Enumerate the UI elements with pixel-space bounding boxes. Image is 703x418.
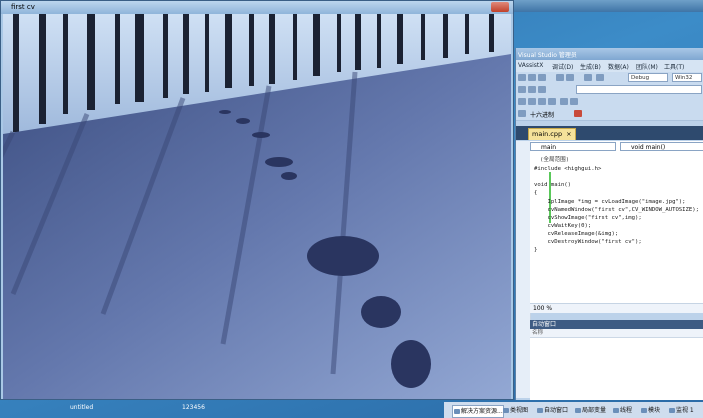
auto-window-body [530, 338, 703, 400]
desktop-icon-label[interactable]: untitled [70, 404, 93, 411]
code-line: IplImage *img = cvLoadImage("image.jpg")… [534, 199, 686, 205]
image-window: first cv [0, 0, 514, 400]
save-icon[interactable] [538, 74, 546, 81]
new-file-icon[interactable] [518, 74, 526, 81]
vs-menubar: VAssistX 调试(D) 生成(B) 数据(A) 团队(M) 工具(T) [516, 60, 703, 72]
tab-modules[interactable]: 模块 [640, 405, 660, 416]
code-line: cvDestroyWindow("first cv"); [534, 239, 642, 245]
snow-forest-image [3, 14, 511, 399]
visual-studio-window: Visual Studio 管理员 VAssistX 调试(D) 生成(B) 数… [515, 48, 703, 400]
menu-item-debug[interactable]: 调试(D) [552, 62, 573, 71]
tab-threads[interactable]: 线程 [612, 405, 632, 416]
bookmark-icon[interactable] [560, 98, 568, 105]
comment-icon[interactable] [538, 98, 546, 105]
menu-item-vassistx[interactable]: VAssistX [518, 62, 543, 69]
code-line: } [534, 247, 538, 253]
menu-item-tools[interactable]: 工具(T) [664, 62, 684, 71]
code-line: cvWaitKey(0); [534, 223, 592, 229]
code-line: cvNamedWindow("first cv",CV_WINDOW_AUTOS… [534, 207, 700, 213]
undo-icon[interactable] [556, 74, 564, 81]
tab-label: main.cpp [532, 130, 563, 138]
zoom-level[interactable]: 100 % [530, 303, 703, 313]
outdent-icon[interactable] [528, 98, 536, 105]
document-tabs: main.cpp × [516, 126, 703, 140]
image-window-title: first cv [11, 3, 35, 11]
menu-item-build[interactable]: 生成(B) [580, 62, 601, 71]
uncomment-icon[interactable] [548, 98, 556, 105]
vs-window-title: Visual Studio 管理员 [518, 52, 577, 59]
desktop-icon-label[interactable]: 123456 [182, 404, 205, 411]
function-select[interactable]: void main() [620, 142, 703, 151]
image-window-titlebar[interactable]: first cv [1, 1, 513, 14]
bottom-pane-tabs: 解决方案资源... 类视图 自动窗口 局部变量 线程 模块 监视 1 [444, 402, 703, 418]
image-canvas [3, 14, 511, 399]
step-over-icon[interactable] [528, 86, 536, 93]
tab-locals[interactable]: 局部变量 [574, 405, 606, 416]
close-button[interactable] [491, 2, 509, 12]
editor-margin [516, 141, 531, 398]
tab-watch-1[interactable]: 监视 1 [668, 405, 694, 416]
vs-titlebar[interactable]: Visual Studio 管理员 [516, 48, 703, 60]
stop-icon[interactable] [596, 74, 604, 81]
bookmark-next-icon[interactable] [570, 98, 578, 105]
indent-icon[interactable] [518, 98, 526, 105]
scope-label: (全局范围) [540, 157, 570, 163]
vs-toolbar-debug-location: 十六进制 [516, 108, 703, 121]
platform-select[interactable]: Win32 [672, 73, 702, 82]
scope-select[interactable]: main [530, 142, 616, 151]
code-line: { [534, 190, 538, 196]
find-combo[interactable] [576, 85, 702, 94]
tab-solution-explorer[interactable]: 解决方案资源... [452, 405, 504, 418]
code-editor[interactable]: (全局范围) #include <highgui.h> void main() … [530, 153, 703, 303]
close-icon[interactable]: × [566, 130, 571, 138]
code-line: #include <highgui.h> [534, 166, 602, 172]
redo-icon[interactable] [566, 74, 574, 81]
auto-window-column-name: 名称 [530, 329, 703, 338]
tab-class-view[interactable]: 类视图 [502, 405, 528, 416]
tab-autos[interactable]: 自动窗口 [536, 405, 568, 416]
play-icon[interactable] [584, 74, 592, 81]
step-out-icon[interactable] [538, 86, 546, 93]
code-line: cvShowImage("first cv",img); [534, 215, 642, 221]
hex-toggle[interactable]: 十六进制 [530, 110, 554, 119]
open-file-icon[interactable] [528, 74, 536, 81]
auto-window-title: 自动窗口 [530, 320, 703, 329]
step-into-icon[interactable] [518, 86, 526, 93]
config-select[interactable]: Debug [628, 73, 668, 82]
menu-item-team[interactable]: 团队(M) [636, 62, 658, 71]
tab-main-cpp[interactable]: main.cpp × [528, 128, 576, 140]
record-icon[interactable] [574, 110, 582, 117]
code-line: cvReleaseImage(&img); [534, 231, 619, 237]
code-line: void main() [534, 182, 572, 188]
breakpoint-icon[interactable] [518, 110, 526, 117]
menu-item-data[interactable]: 数据(A) [608, 62, 629, 71]
